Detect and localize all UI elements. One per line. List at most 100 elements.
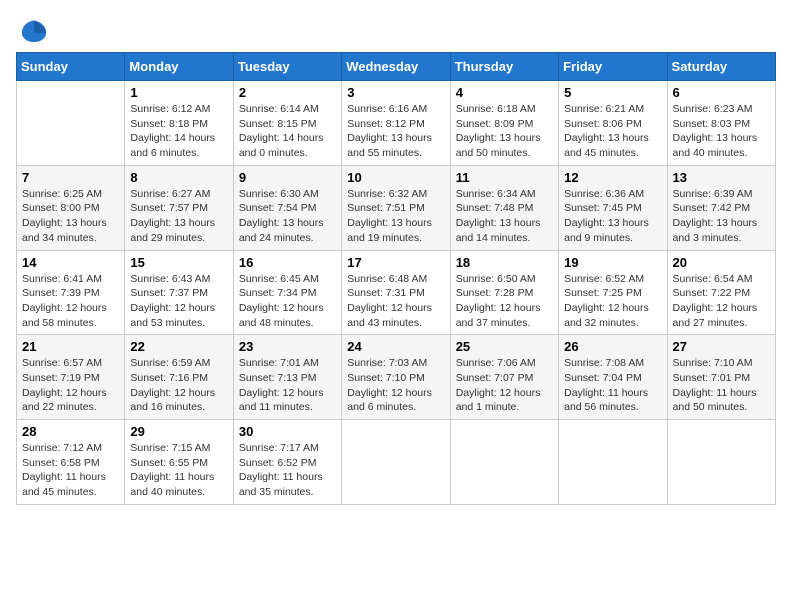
day-info: Sunrise: 6:18 AMSunset: 8:09 PMDaylight:… (456, 102, 553, 161)
day-info: Sunrise: 7:01 AMSunset: 7:13 PMDaylight:… (239, 356, 336, 415)
calendar-cell: 21 Sunrise: 6:57 AMSunset: 7:19 PMDayligh… (17, 335, 125, 420)
calendar-cell: 13Sunrise: 6:39 AMSunset: 7:42 PMDayligh… (667, 165, 775, 250)
day-number: 13 (673, 170, 770, 185)
calendar-cell (450, 420, 558, 505)
calendar-cell: 25 Sunrise: 7:06 AMSunset: 7:07 PMDayligh… (450, 335, 558, 420)
day-number: 11 (456, 170, 553, 185)
day-info: Sunrise: 6:50 AMSunset: 7:28 PMDaylight:… (456, 272, 553, 331)
day-number: 2 (239, 85, 336, 100)
calendar-week-row: 7Sunrise: 6:25 AMSunset: 8:00 PMDaylight… (17, 165, 776, 250)
day-info: Sunrise: 6:32 AMSunset: 7:51 PMDaylight:… (347, 187, 444, 246)
day-info: Sunrise: 6:41 AMSunset: 7:39 PMDaylight:… (22, 272, 119, 331)
day-number: 20 (673, 255, 770, 270)
calendar-cell: 5 Sunrise: 6:21 AMSunset: 8:06 PMDaylight… (559, 81, 667, 166)
day-number: 23 (239, 339, 336, 354)
calendar-cell (342, 420, 450, 505)
day-number: 10 (347, 170, 444, 185)
calendar-cell: 10 Sunrise: 6:32 AMSunset: 7:51 PMDayligh… (342, 165, 450, 250)
calendar-cell: 11 Sunrise: 6:34 AMSunset: 7:48 PMDayligh… (450, 165, 558, 250)
day-number: 1 (130, 85, 227, 100)
calendar-cell: 30 Sunrise: 7:17 AMSunset: 6:52 PMDayligh… (233, 420, 341, 505)
day-info: Sunrise: 6:43 AMSunset: 7:37 PMDaylight:… (130, 272, 227, 331)
day-number: 25 (456, 339, 553, 354)
day-info: Sunrise: 7:08 AMSunset: 7:04 PMDaylight:… (564, 356, 661, 415)
day-info: Sunrise: 7:10 AMSunset: 7:01 PMDaylight:… (673, 356, 770, 415)
day-number: 15 (130, 255, 227, 270)
day-info: Sunrise: 6:54 AMSunset: 7:22 PMDaylight:… (673, 272, 770, 331)
calendar-cell: 6 Sunrise: 6:23 AMSunset: 8:03 PMDaylight… (667, 81, 775, 166)
weekday-header-thursday: Thursday (450, 53, 558, 81)
day-info: Sunrise: 7:17 AMSunset: 6:52 PMDaylight:… (239, 441, 336, 500)
day-info: Sunrise: 6:57 AMSunset: 7:19 PMDaylight:… (22, 356, 119, 415)
calendar-cell: 15 Sunrise: 6:43 AMSunset: 7:37 PMDayligh… (125, 250, 233, 335)
calendar-cell (17, 81, 125, 166)
day-info: Sunrise: 7:06 AMSunset: 7:07 PMDaylight:… (456, 356, 553, 415)
day-number: 9 (239, 170, 336, 185)
day-info: Sunrise: 6:14 AMSunset: 8:15 PMDaylight:… (239, 102, 336, 161)
day-number: 6 (673, 85, 770, 100)
calendar-cell: 16Sunrise: 6:45 AMSunset: 7:34 PMDayligh… (233, 250, 341, 335)
calendar-cell: 1 Sunrise: 6:12 AMSunset: 8:18 PMDaylight… (125, 81, 233, 166)
calendar-week-row: 28Sunrise: 7:12 AMSunset: 6:58 PMDayligh… (17, 420, 776, 505)
weekday-header-tuesday: Tuesday (233, 53, 341, 81)
day-info: Sunrise: 6:12 AMSunset: 8:18 PMDaylight:… (130, 102, 227, 161)
calendar-cell: 28Sunrise: 7:12 AMSunset: 6:58 PMDayligh… (17, 420, 125, 505)
day-number: 17 (347, 255, 444, 270)
calendar-cell: 19 Sunrise: 6:52 AMSunset: 7:25 PMDayligh… (559, 250, 667, 335)
calendar-cell: 4 Sunrise: 6:18 AMSunset: 8:09 PMDaylight… (450, 81, 558, 166)
calendar-cell: 29 Sunrise: 7:15 AMSunset: 6:55 PMDayligh… (125, 420, 233, 505)
weekday-header-friday: Friday (559, 53, 667, 81)
day-info: Sunrise: 6:52 AMSunset: 7:25 PMDaylight:… (564, 272, 661, 331)
day-info: Sunrise: 6:30 AMSunset: 7:54 PMDaylight:… (239, 187, 336, 246)
logo (16, 16, 48, 44)
day-number: 8 (130, 170, 227, 185)
calendar-week-row: 14 Sunrise: 6:41 AMSunset: 7:39 PMDayligh… (17, 250, 776, 335)
day-number: 24 (347, 339, 444, 354)
day-info: Sunrise: 6:23 AMSunset: 8:03 PMDaylight:… (673, 102, 770, 161)
day-number: 4 (456, 85, 553, 100)
calendar-week-row: 21 Sunrise: 6:57 AMSunset: 7:19 PMDayligh… (17, 335, 776, 420)
day-number: 18 (456, 255, 553, 270)
calendar-cell: 12Sunrise: 6:36 AMSunset: 7:45 PMDayligh… (559, 165, 667, 250)
weekday-header-saturday: Saturday (667, 53, 775, 81)
weekday-header-monday: Monday (125, 53, 233, 81)
calendar-cell: 9 Sunrise: 6:30 AMSunset: 7:54 PMDaylight… (233, 165, 341, 250)
day-number: 14 (22, 255, 119, 270)
calendar-cell (559, 420, 667, 505)
calendar-week-row: 1 Sunrise: 6:12 AMSunset: 8:18 PMDaylight… (17, 81, 776, 166)
calendar-table: SundayMondayTuesdayWednesdayThursdayFrid… (16, 52, 776, 505)
page-header (16, 16, 776, 44)
weekday-header-row: SundayMondayTuesdayWednesdayThursdayFrid… (17, 53, 776, 81)
day-number: 22 (130, 339, 227, 354)
day-info: Sunrise: 6:27 AMSunset: 7:57 PMDaylight:… (130, 187, 227, 246)
day-number: 26 (564, 339, 661, 354)
logo-icon (20, 16, 48, 44)
day-number: 19 (564, 255, 661, 270)
day-number: 27 (673, 339, 770, 354)
day-number: 29 (130, 424, 227, 439)
day-number: 3 (347, 85, 444, 100)
day-number: 21 (22, 339, 119, 354)
calendar-cell: 26 Sunrise: 7:08 AMSunset: 7:04 PMDayligh… (559, 335, 667, 420)
calendar-cell: 24 Sunrise: 7:03 AMSunset: 7:10 PMDayligh… (342, 335, 450, 420)
calendar-cell: 2 Sunrise: 6:14 AMSunset: 8:15 PMDaylight… (233, 81, 341, 166)
day-info: Sunrise: 7:15 AMSunset: 6:55 PMDaylight:… (130, 441, 227, 500)
calendar-cell: 14 Sunrise: 6:41 AMSunset: 7:39 PMDayligh… (17, 250, 125, 335)
day-info: Sunrise: 7:12 AMSunset: 6:58 PMDaylight:… (22, 441, 119, 500)
weekday-header-wednesday: Wednesday (342, 53, 450, 81)
day-info: Sunrise: 6:59 AMSunset: 7:16 PMDaylight:… (130, 356, 227, 415)
calendar-cell: 27 Sunrise: 7:10 AMSunset: 7:01 PMDayligh… (667, 335, 775, 420)
calendar-cell: 8 Sunrise: 6:27 AMSunset: 7:57 PMDaylight… (125, 165, 233, 250)
day-number: 30 (239, 424, 336, 439)
day-info: Sunrise: 6:21 AMSunset: 8:06 PMDaylight:… (564, 102, 661, 161)
day-info: Sunrise: 6:16 AMSunset: 8:12 PMDaylight:… (347, 102, 444, 161)
calendar-cell: 3 Sunrise: 6:16 AMSunset: 8:12 PMDaylight… (342, 81, 450, 166)
day-number: 5 (564, 85, 661, 100)
calendar-cell: 20 Sunrise: 6:54 AMSunset: 7:22 PMDayligh… (667, 250, 775, 335)
day-info: Sunrise: 6:34 AMSunset: 7:48 PMDaylight:… (456, 187, 553, 246)
day-number: 12 (564, 170, 661, 185)
calendar-cell: 7Sunrise: 6:25 AMSunset: 8:00 PMDaylight… (17, 165, 125, 250)
day-info: Sunrise: 7:03 AMSunset: 7:10 PMDaylight:… (347, 356, 444, 415)
day-info: Sunrise: 6:45 AMSunset: 7:34 PMDaylight:… (239, 272, 336, 331)
day-info: Sunrise: 6:25 AMSunset: 8:00 PMDaylight:… (22, 187, 119, 246)
